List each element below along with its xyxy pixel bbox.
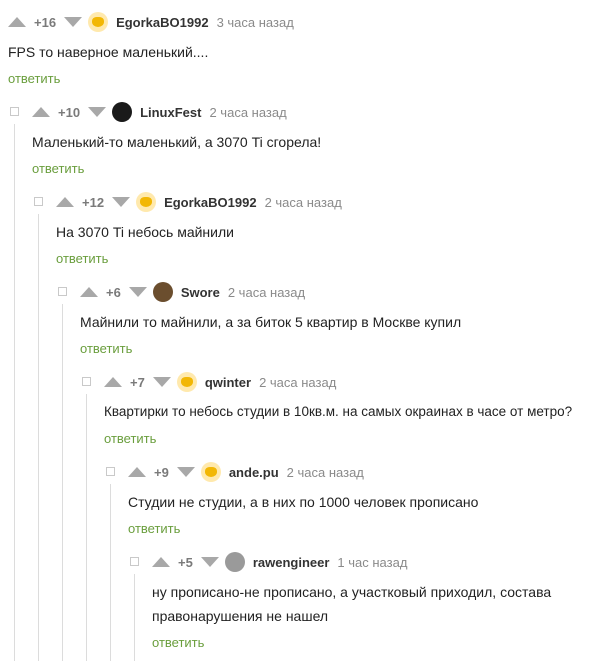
avatar[interactable] — [176, 372, 197, 392]
reply-link[interactable]: ответить — [80, 341, 132, 356]
collapse-toggle[interactable] — [58, 287, 67, 296]
username[interactable]: ande.pu — [229, 465, 279, 480]
collapse-toggle[interactable] — [106, 467, 115, 476]
comment-rating: +10 — [58, 104, 81, 120]
comment-time[interactable]: 3 часа назад — [217, 15, 294, 30]
thread-line — [86, 394, 87, 661]
avatar[interactable] — [224, 552, 245, 572]
username[interactable]: LinuxFest — [140, 105, 201, 120]
thread-line — [62, 304, 63, 661]
username[interactable]: EgorkaBO1992 — [164, 195, 257, 210]
username[interactable]: Swore — [181, 285, 220, 300]
upvote-icon[interactable] — [32, 107, 50, 117]
comment-rating: +9 — [154, 464, 169, 480]
comment-time[interactable]: 2 часа назад — [287, 465, 364, 480]
comment-time[interactable]: 2 часа назад — [228, 285, 305, 300]
upvote-icon[interactable] — [56, 197, 74, 207]
downvote-icon[interactable] — [152, 377, 171, 387]
collapse-toggle[interactable] — [34, 197, 43, 206]
comment-text: Квартирки то небось студии в 10кв.м. на … — [104, 404, 573, 419]
comment-text: Маленький-то маленький, а 3070 Ti сгорел… — [32, 134, 322, 150]
reply-link[interactable]: ответить — [128, 521, 180, 536]
thread-line — [14, 124, 15, 661]
collapse-toggle[interactable] — [130, 557, 139, 566]
comment-rating: +16 — [34, 14, 57, 30]
reply-link[interactable]: ответить — [152, 635, 204, 650]
thread-line — [38, 214, 39, 661]
downvote-icon[interactable] — [64, 17, 83, 27]
downvote-icon[interactable] — [200, 557, 219, 567]
upvote-icon[interactable] — [8, 17, 26, 27]
comment-rating: +7 — [130, 374, 145, 390]
upvote-icon[interactable] — [152, 557, 170, 567]
comment-time[interactable]: 2 часа назад — [265, 195, 342, 210]
comment-time[interactable]: 2 часа назад — [259, 375, 336, 390]
comment-text: ну прописано-не прописано, а участковый … — [152, 584, 552, 600]
reply-link[interactable]: ответить — [56, 251, 108, 266]
username[interactable]: qwinter — [205, 375, 251, 390]
upvote-icon[interactable] — [80, 287, 98, 297]
comment-text: правонарушения не нашел — [152, 608, 329, 624]
comment-time[interactable]: 2 часа назад — [209, 105, 286, 120]
username[interactable]: EgorkaBO1992 — [116, 15, 209, 30]
comment-rating: +12 — [82, 194, 105, 210]
avatar[interactable] — [88, 12, 109, 32]
comment-text: Майнили то майнили, а за биток 5 квартир… — [80, 314, 462, 330]
downvote-icon[interactable] — [128, 287, 147, 297]
collapse-toggle[interactable] — [82, 377, 91, 386]
comment-text: Студии не студии, а в них по 1000 челове… — [128, 494, 479, 510]
downvote-icon[interactable] — [88, 107, 107, 117]
collapse-toggle[interactable] — [10, 107, 19, 116]
downvote-icon[interactable] — [176, 467, 195, 477]
avatar[interactable] — [112, 102, 133, 122]
reply-link[interactable]: ответить — [8, 71, 60, 86]
reply-link[interactable]: ответить — [104, 431, 156, 446]
reply-link[interactable]: ответить — [32, 161, 84, 176]
username[interactable]: rawengineer — [253, 555, 330, 570]
comment-text: На 3070 Ti небось майнили — [56, 224, 234, 240]
comment-time[interactable]: 1 час назад — [337, 555, 407, 570]
upvote-icon[interactable] — [104, 377, 122, 387]
upvote-icon[interactable] — [128, 467, 146, 477]
downvote-icon[interactable] — [112, 197, 131, 207]
thread-line — [134, 574, 135, 661]
avatar[interactable] — [200, 462, 221, 482]
thread-line — [110, 484, 111, 661]
comment-rating: +6 — [106, 284, 121, 300]
comment-text: FPS то наверное маленький.... — [8, 44, 209, 60]
comment-rating: +5 — [178, 554, 193, 570]
avatar[interactable] — [136, 192, 157, 212]
avatar[interactable] — [152, 282, 173, 302]
